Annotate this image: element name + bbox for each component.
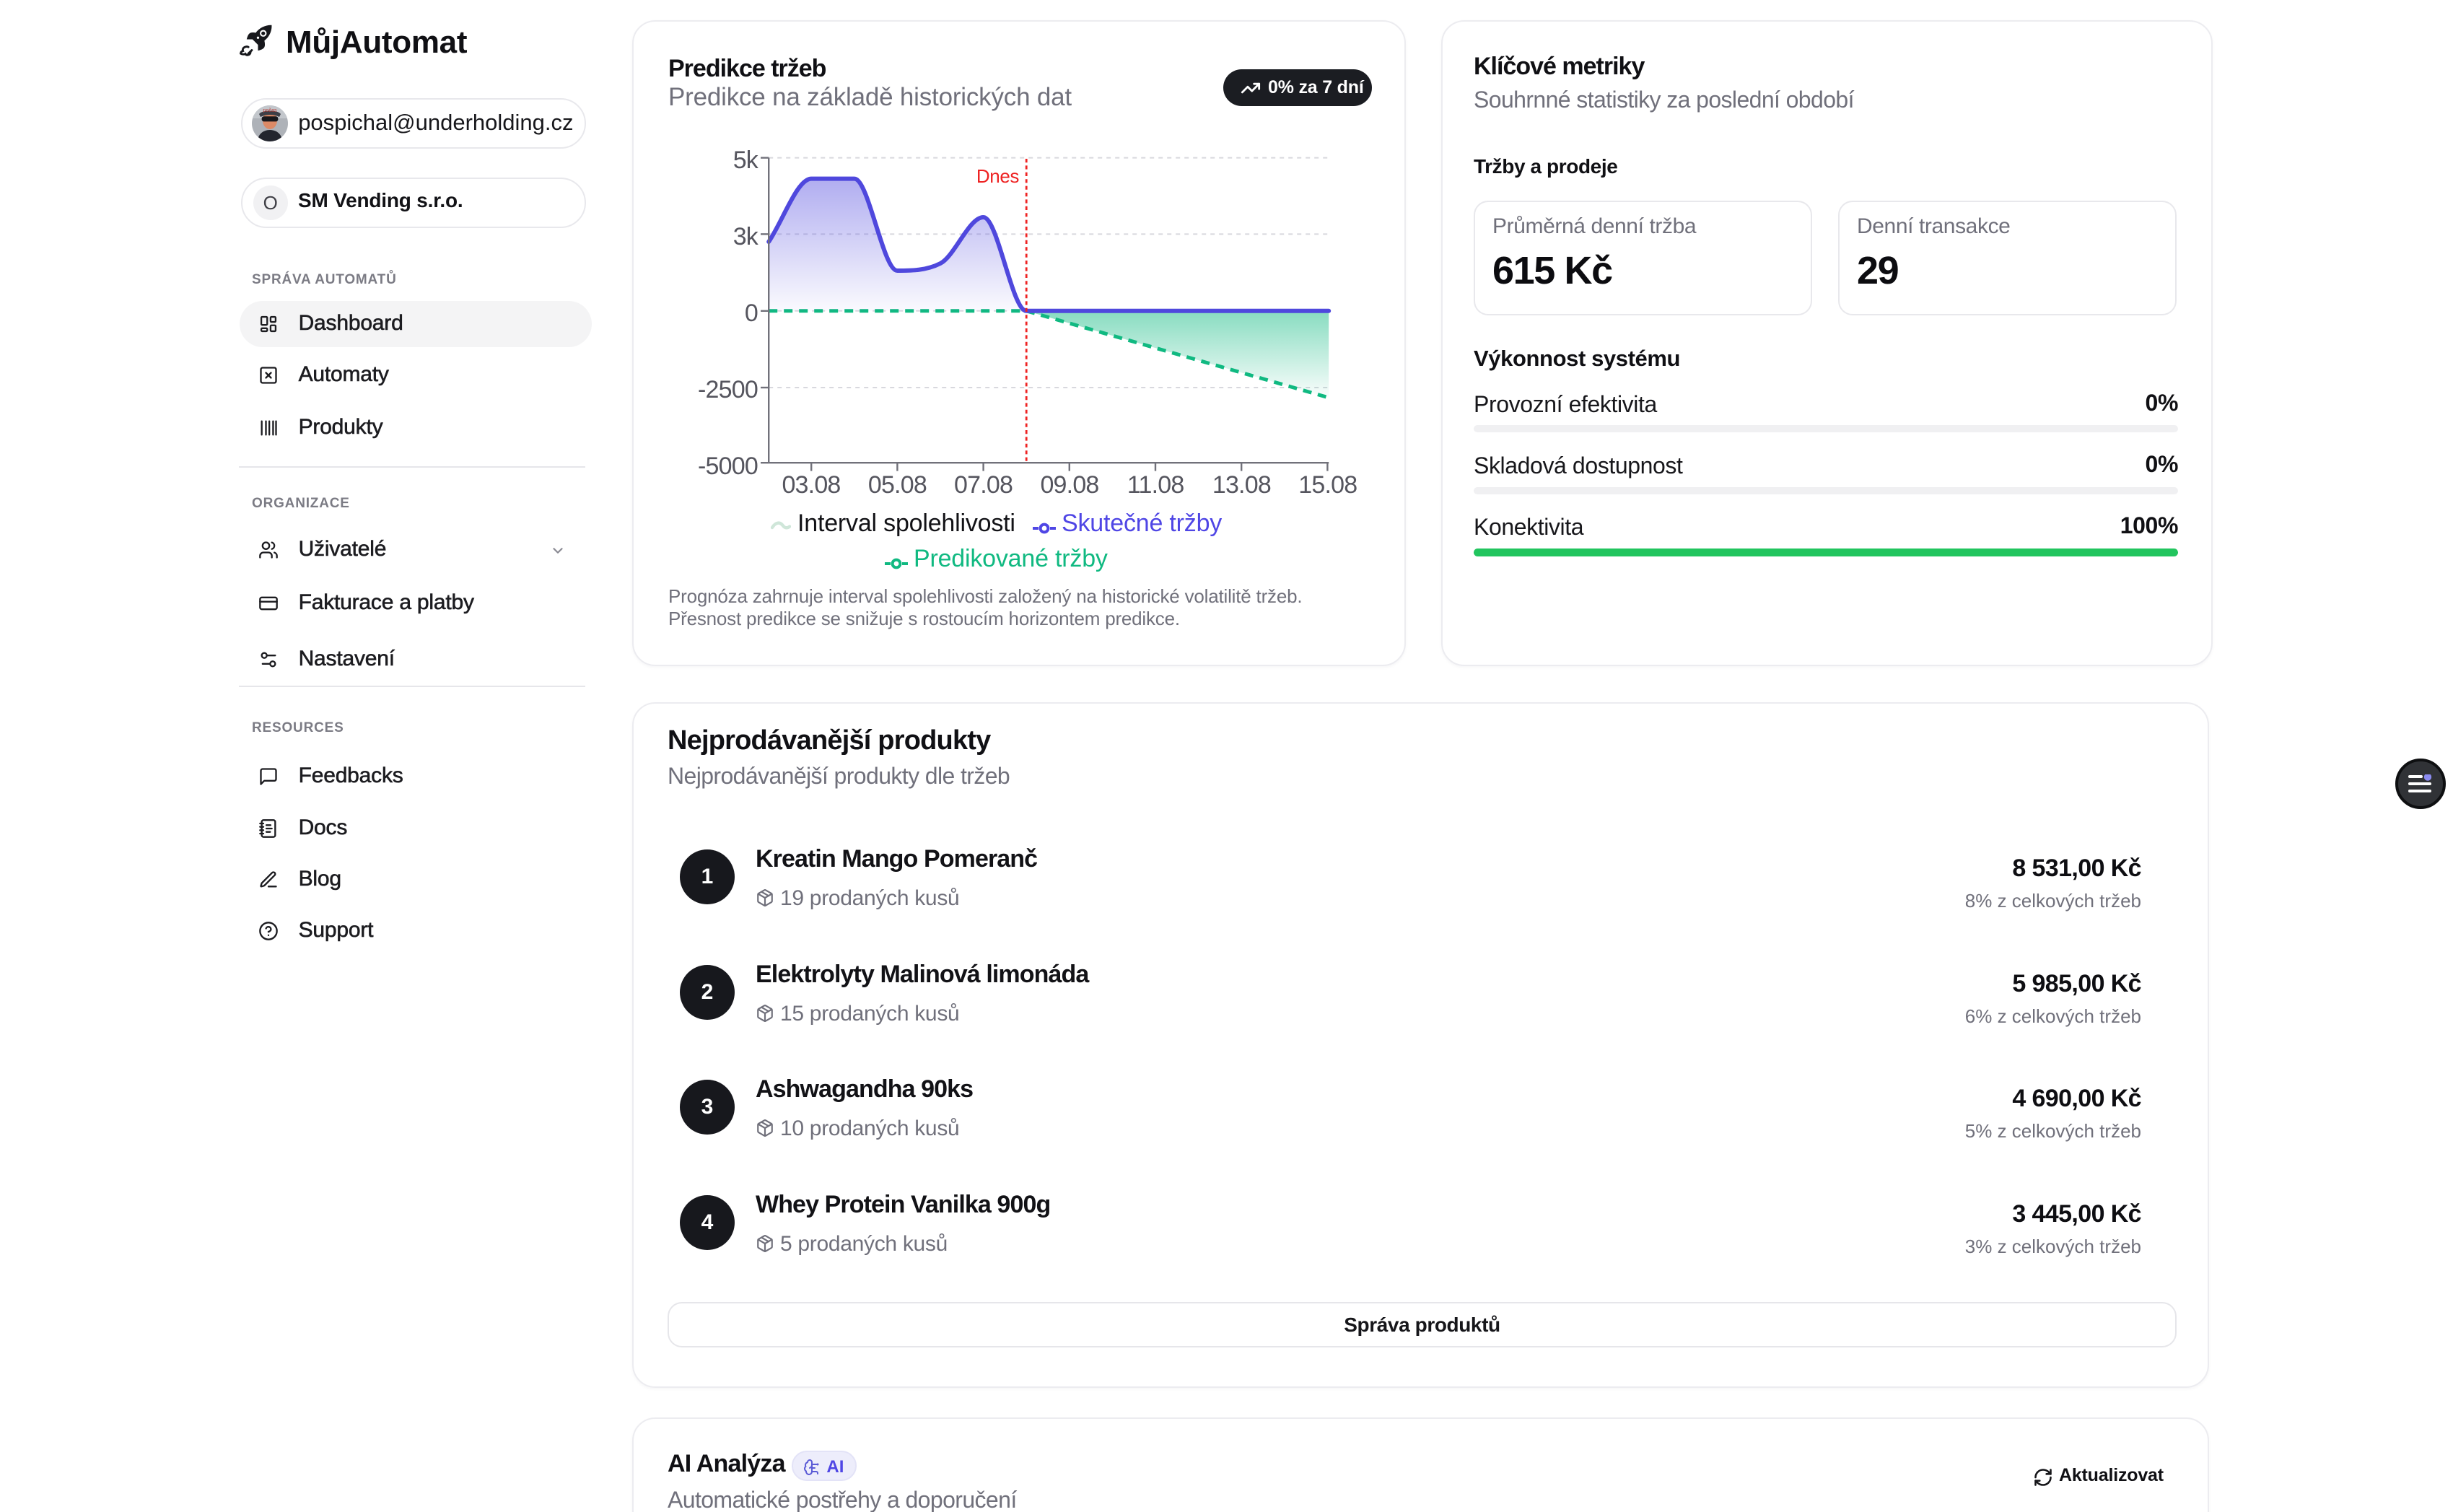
svg-text:počas: počas — [263, 107, 277, 113]
